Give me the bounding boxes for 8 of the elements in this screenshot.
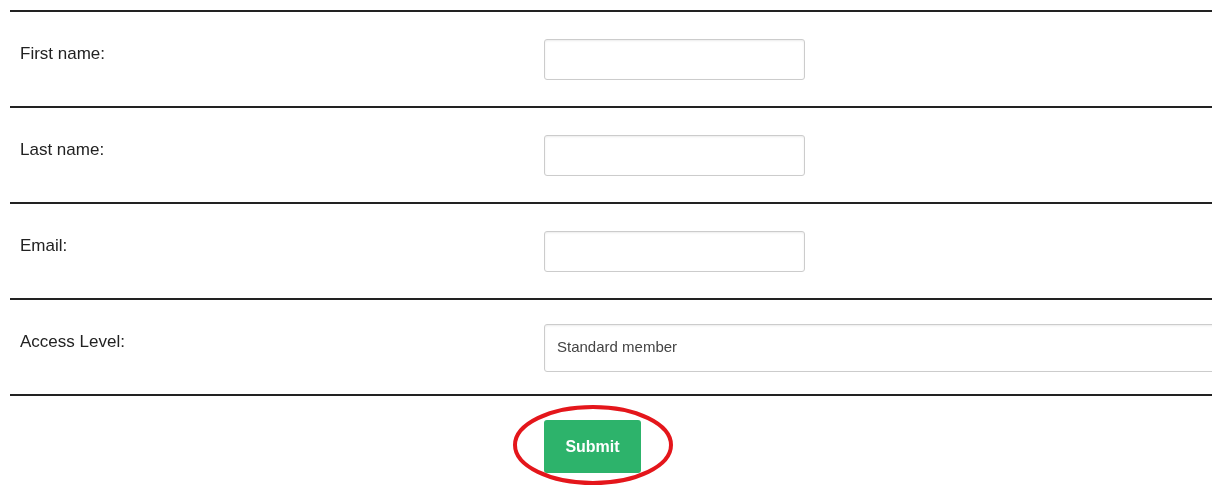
- access-level-select[interactable]: Standard member: [544, 324, 1212, 372]
- input-field[interactable]: [544, 135, 805, 176]
- field-label: First name:: [19, 43, 107, 64]
- field-label: Email:: [19, 235, 69, 256]
- input-field[interactable]: [544, 39, 805, 80]
- field-label: Access Level:: [19, 331, 126, 352]
- input-field[interactable]: [544, 231, 805, 272]
- field-label: Last name:: [19, 139, 106, 160]
